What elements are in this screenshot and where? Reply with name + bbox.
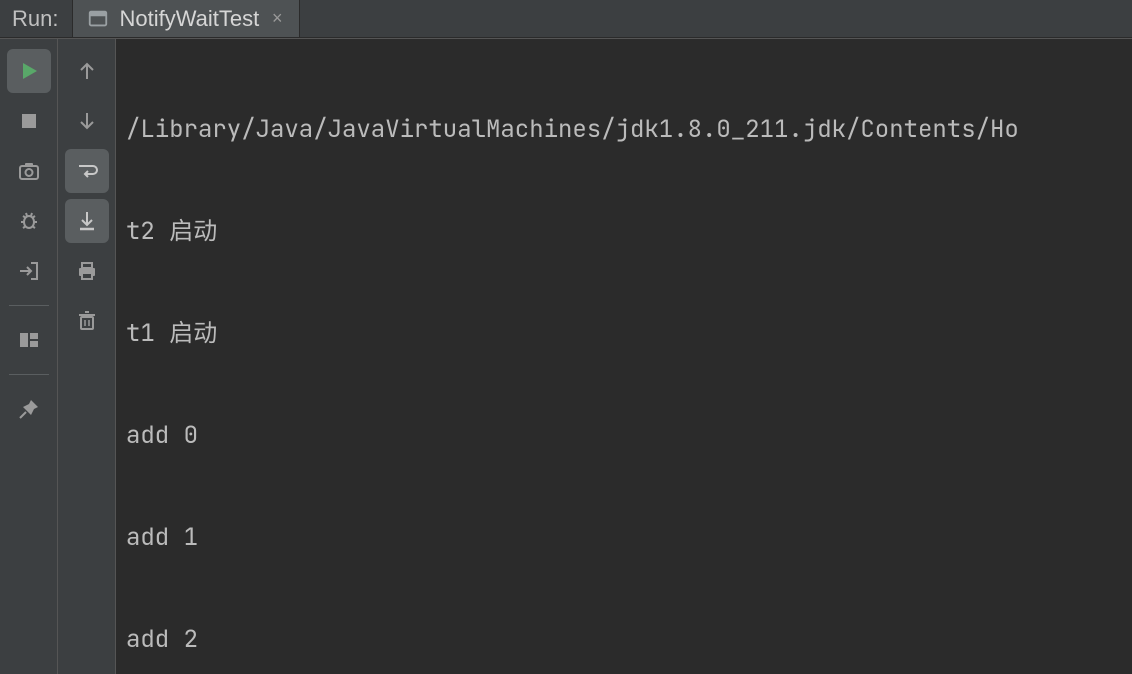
application-icon [87, 8, 109, 30]
run-tab[interactable]: NotifyWaitTest × [72, 0, 300, 37]
scroll-to-end-icon [75, 209, 99, 233]
toolbar-column-1 [0, 39, 58, 674]
tab-label: NotifyWaitTest [119, 6, 259, 32]
print-button[interactable] [65, 249, 109, 293]
clear-button[interactable] [65, 299, 109, 343]
camera-icon [17, 159, 41, 183]
pin-icon [17, 397, 41, 421]
arrow-down-icon [75, 109, 99, 133]
layout-button[interactable] [7, 318, 51, 362]
separator [9, 374, 49, 375]
console-line: t1 启动 [126, 317, 1132, 351]
header: Run: NotifyWaitTest × [0, 0, 1132, 38]
debug-button[interactable] [7, 199, 51, 243]
layout-icon [17, 328, 41, 352]
exit-button[interactable] [7, 249, 51, 293]
run-label: Run: [0, 0, 72, 37]
console-line: t2 启动 [126, 215, 1132, 249]
scroll-down-button[interactable] [65, 99, 109, 143]
console-output[interactable]: /Library/Java/JavaVirtualMachines/jdk1.8… [116, 39, 1132, 674]
stop-button[interactable] [7, 99, 51, 143]
arrow-up-icon [75, 59, 99, 83]
pin-button[interactable] [7, 387, 51, 431]
play-icon [17, 59, 41, 83]
rerun-button[interactable] [7, 49, 51, 93]
console-line: add 0 [126, 419, 1132, 453]
exit-icon [17, 259, 41, 283]
bug-icon [17, 209, 41, 233]
soft-wrap-button[interactable] [65, 149, 109, 193]
stop-icon [17, 109, 41, 133]
dump-threads-button[interactable] [7, 149, 51, 193]
scroll-to-end-button[interactable] [65, 199, 109, 243]
soft-wrap-icon [75, 159, 99, 183]
console-line: /Library/Java/JavaVirtualMachines/jdk1.8… [126, 113, 1132, 147]
run-tool-window: Run: NotifyWaitTest × [0, 0, 1132, 674]
console-line: add 1 [126, 521, 1132, 555]
console-line: add 2 [126, 623, 1132, 657]
toolbar-column-2 [58, 39, 116, 674]
close-icon[interactable]: × [269, 11, 285, 27]
body: /Library/Java/JavaVirtualMachines/jdk1.8… [0, 38, 1132, 674]
trash-icon [75, 309, 99, 333]
separator [9, 305, 49, 306]
print-icon [75, 259, 99, 283]
scroll-up-button[interactable] [65, 49, 109, 93]
